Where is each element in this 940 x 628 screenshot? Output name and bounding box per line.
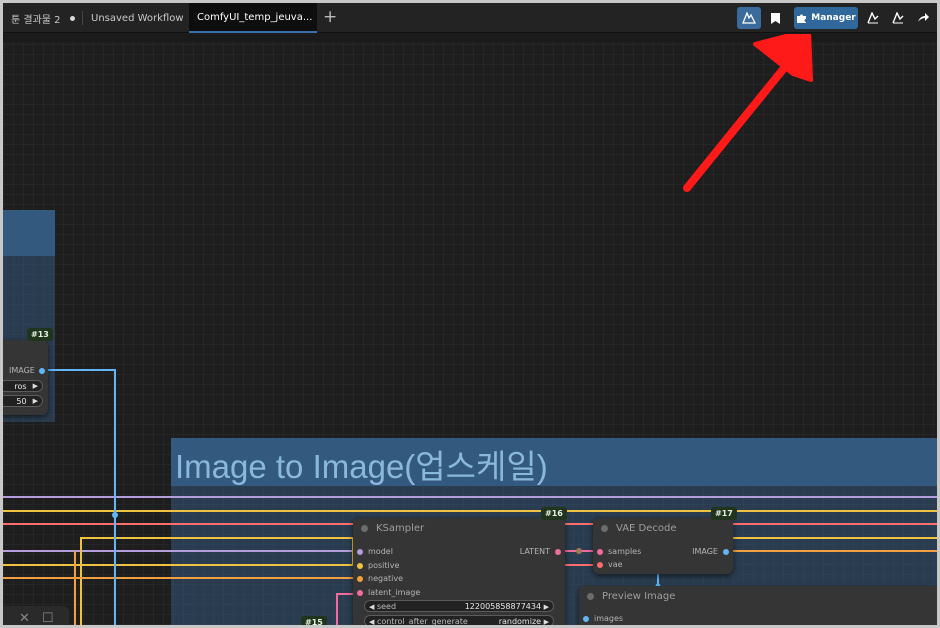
tab-workflow-1[interactable]: 툰 결과물 2 — [3, 3, 81, 33]
negative-input-slot[interactable]: negative — [357, 574, 403, 583]
node-title-bar[interactable]: VAE Decode — [601, 523, 677, 534]
arrow-shaft — [683, 58, 793, 192]
collapse-dot-icon[interactable] — [361, 525, 368, 532]
graph-icon — [867, 12, 879, 24]
node-title: KSampler — [376, 523, 425, 534]
app-window: 툰 결과물 2 Unsaved Workflow ComfyUI_temp_je… — [0, 0, 940, 628]
right-arrow-icon[interactable]: ▶ — [544, 603, 549, 611]
slot-label: negative — [368, 574, 403, 583]
output-dot-icon — [38, 367, 45, 374]
image-output-slot[interactable]: IMAGE — [9, 366, 45, 375]
upscale-widget-2[interactable]: 50 ▶ — [3, 395, 43, 407]
collapse-dot-icon[interactable] — [601, 525, 608, 532]
control-after-generate-widget[interactable]: ◀ control_after_generate randomize ▶ — [364, 615, 554, 626]
positive-input-slot[interactable]: positive — [357, 561, 399, 570]
output-dot-icon — [723, 548, 729, 555]
slot-label: positive — [368, 561, 400, 570]
slot-label: vae — [608, 560, 623, 569]
tab-label: Unsaved Workflow — [91, 12, 184, 24]
widget-value: 122005858877434 — [464, 601, 542, 611]
group-title: Image to Image(업스케일) — [175, 448, 548, 485]
input-dot-icon — [583, 615, 589, 622]
preview-image-node[interactable]: Preview Image images — [579, 586, 937, 625]
node-title: Preview Image — [602, 591, 676, 602]
widget-label: seed — [376, 601, 397, 611]
bookmark-button[interactable] — [764, 7, 786, 29]
slot-label: images — [594, 614, 624, 623]
group-header: Image to Image(업스케일) — [171, 438, 937, 486]
slot-label: LATENT — [519, 547, 550, 556]
slot-label: model — [368, 547, 393, 556]
canvas-tools: ✕ ☐ — [3, 606, 69, 626]
tab-workflow-3[interactable]: ComfyUI_temp_jeuva... — [189, 3, 317, 33]
images-input-slot[interactable]: images — [583, 614, 623, 623]
right-arrow-icon[interactable]: ▶ — [33, 382, 38, 390]
latent-image-input-slot[interactable]: latent_image — [357, 588, 420, 597]
image-output-label: IMAGE — [9, 366, 35, 375]
widget-value: randomize — [498, 616, 542, 626]
input-dot-icon — [597, 548, 603, 555]
unsaved-dot-icon — [69, 15, 75, 21]
upscale-node[interactable]: IMAGE ros ▶ 50 ▶ — [3, 340, 48, 415]
comfy-logo-button[interactable] — [737, 7, 761, 29]
share-icon — [918, 13, 929, 22]
input-dot-icon — [357, 589, 363, 596]
vae-input-slot[interactable]: vae — [597, 560, 623, 569]
slot-label: latent_image — [368, 588, 421, 597]
left-arrow-icon[interactable]: ◀ — [369, 603, 374, 611]
comfy-logo-icon — [742, 12, 756, 24]
graph-canvas[interactable]: Image to Image(업스케일) IMAGE ros ▶ 50 ▶ #1… — [3, 34, 937, 626]
bookmark-icon — [770, 12, 780, 24]
node-title-bar[interactable]: KSampler — [361, 523, 424, 534]
node-id-badge: #16 — [541, 507, 567, 520]
widget-label: control_after_generate — [376, 616, 468, 626]
node-id-badge: #13 — [27, 328, 53, 341]
image-output-slot[interactable]: IMAGE — [692, 547, 729, 556]
puzzle-icon — [797, 14, 807, 23]
right-arrow-icon[interactable]: ▶ — [544, 618, 549, 626]
node-id-badge: #15 — [301, 616, 327, 625]
square-icon[interactable]: ☐ — [42, 611, 54, 626]
vae-decode-node[interactable]: VAE Decode samples vae IMAGE — [593, 518, 733, 574]
tab-label: ComfyUI_temp_jeuva... — [197, 11, 313, 23]
output-dot-icon — [555, 548, 561, 555]
manager-label: Manager — [811, 13, 856, 23]
widget-value: 50 — [16, 396, 27, 406]
manager-button[interactable]: Manager — [794, 7, 858, 29]
slot-label: samples — [608, 547, 642, 556]
graph-button-1[interactable] — [862, 7, 884, 29]
node-id-badge: #17 — [711, 507, 737, 520]
node-title-bar[interactable]: Preview Image — [587, 591, 675, 602]
model-input-slot[interactable]: model — [357, 547, 393, 556]
samples-input-slot[interactable]: samples — [597, 547, 641, 556]
tab-workflow-2[interactable]: Unsaved Workflow — [83, 3, 187, 33]
left-group-header — [3, 210, 55, 256]
slot-label: IMAGE — [692, 547, 718, 556]
graph-button-2[interactable] — [887, 7, 909, 29]
right-arrow-icon[interactable]: ▶ — [33, 397, 38, 405]
input-dot-icon — [357, 562, 363, 569]
collapse-dot-icon[interactable] — [587, 593, 594, 600]
seed-widget[interactable]: ◀ seed 122005858877434 ▶ — [364, 600, 554, 612]
widget-value: ros — [14, 381, 27, 391]
workflow-tab-bar: 툰 결과물 2 Unsaved Workflow ComfyUI_temp_je… — [3, 3, 937, 33]
upscale-widget-1[interactable]: ros ▶ — [3, 380, 43, 392]
input-dot-icon — [597, 561, 603, 568]
tab-label: 툰 결과물 2 — [11, 14, 61, 26]
canvas-top-stripe — [3, 34, 937, 42]
input-dot-icon — [357, 575, 363, 582]
ksampler-node[interactable]: KSampler model positive negative latent_… — [353, 518, 565, 626]
share-button[interactable] — [912, 7, 934, 29]
new-tab-button[interactable]: + — [323, 6, 337, 28]
input-dot-icon — [357, 548, 363, 555]
close-icon[interactable]: ✕ — [19, 611, 30, 626]
left-arrow-icon[interactable]: ◀ — [369, 618, 374, 626]
node-title: VAE Decode — [616, 523, 677, 534]
graph-icon — [892, 12, 904, 24]
wire-midpoint-dot — [112, 512, 118, 518]
latent-output-slot[interactable]: LATENT — [520, 547, 561, 556]
